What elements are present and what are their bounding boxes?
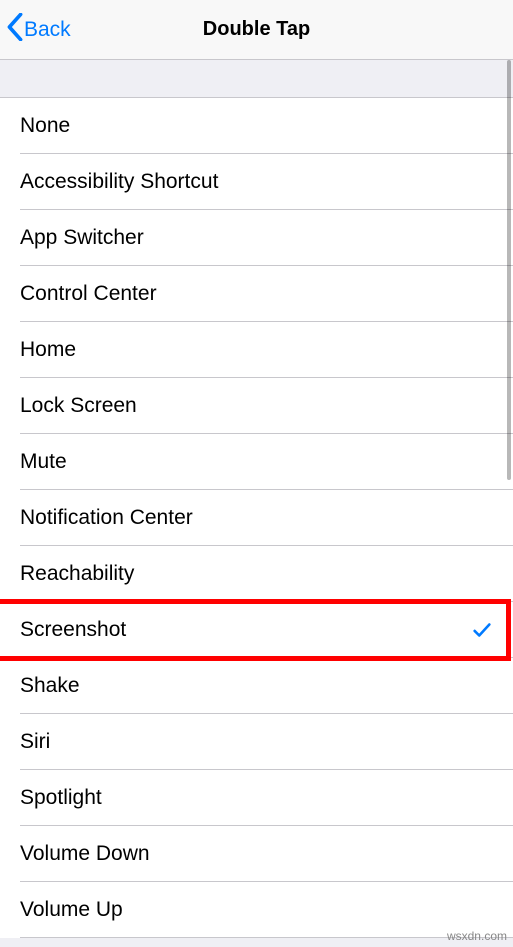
option-row[interactable]: Spotlight — [0, 770, 513, 826]
option-label: Siri — [20, 730, 493, 754]
options-list: None Accessibility Shortcut App Switcher Co… — [0, 98, 513, 938]
option-label: Spotlight — [20, 786, 493, 810]
back-button[interactable]: Back — [6, 0, 71, 59]
checkmark-icon — [471, 619, 493, 641]
option-row[interactable]: Notification Center — [0, 490, 513, 546]
option-row[interactable]: Volume Down — [0, 826, 513, 882]
option-label: None — [20, 114, 493, 138]
option-label: Accessibility Shortcut — [20, 170, 493, 194]
option-label: Notification Center — [20, 506, 493, 530]
option-row[interactable]: Volume Up — [0, 882, 513, 938]
option-label: Volume Up — [20, 898, 493, 922]
option-row[interactable]: Mute — [0, 434, 513, 490]
option-label: Home — [20, 338, 493, 362]
section-spacer — [0, 60, 513, 98]
chevron-left-icon — [6, 13, 24, 47]
option-row[interactable]: Shake — [0, 658, 513, 714]
page-title: Double Tap — [203, 18, 310, 41]
option-label: Lock Screen — [20, 394, 493, 418]
option-row[interactable]: App Switcher — [0, 210, 513, 266]
back-label: Back — [24, 18, 71, 42]
navigation-bar: Back Double Tap — [0, 0, 513, 60]
option-row[interactable]: Control Center — [0, 266, 513, 322]
option-label: App Switcher — [20, 226, 493, 250]
watermark: wsxdn.com — [447, 929, 507, 943]
option-row[interactable]: Home — [0, 322, 513, 378]
option-label: Screenshot — [20, 618, 471, 642]
option-row[interactable]: None — [0, 98, 513, 154]
option-row[interactable]: Lock Screen — [0, 378, 513, 434]
option-label: Shake — [20, 674, 493, 698]
option-row[interactable]: Reachability — [0, 546, 513, 602]
option-row[interactable]: Siri — [0, 714, 513, 770]
option-label: Reachability — [20, 562, 493, 586]
option-row[interactable]: Accessibility Shortcut — [0, 154, 513, 210]
option-label: Mute — [20, 450, 493, 474]
option-label: Volume Down — [20, 842, 493, 866]
option-label: Control Center — [20, 282, 493, 306]
option-row[interactable]: Screenshot — [0, 602, 513, 658]
